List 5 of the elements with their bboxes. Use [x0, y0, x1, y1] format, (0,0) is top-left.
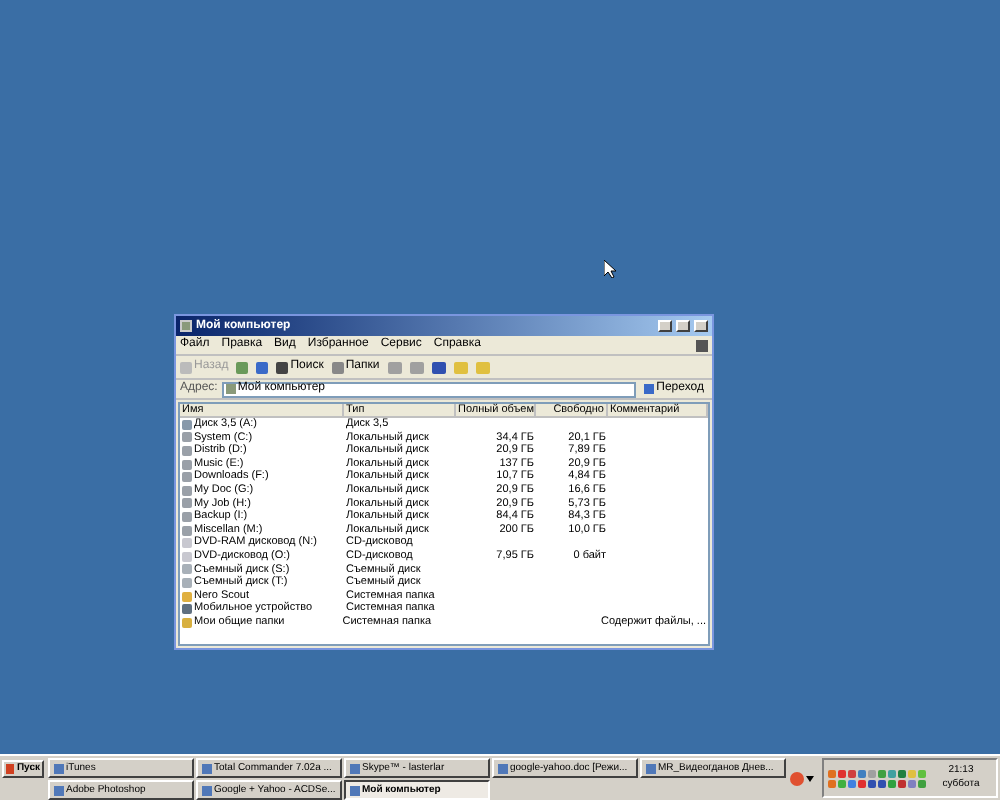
minimize-button[interactable] — [658, 320, 672, 332]
close-button[interactable] — [694, 320, 708, 332]
maximize-button[interactable] — [676, 320, 690, 332]
caret-icon[interactable] — [806, 775, 814, 781]
mouse-cursor-icon — [604, 260, 616, 278]
